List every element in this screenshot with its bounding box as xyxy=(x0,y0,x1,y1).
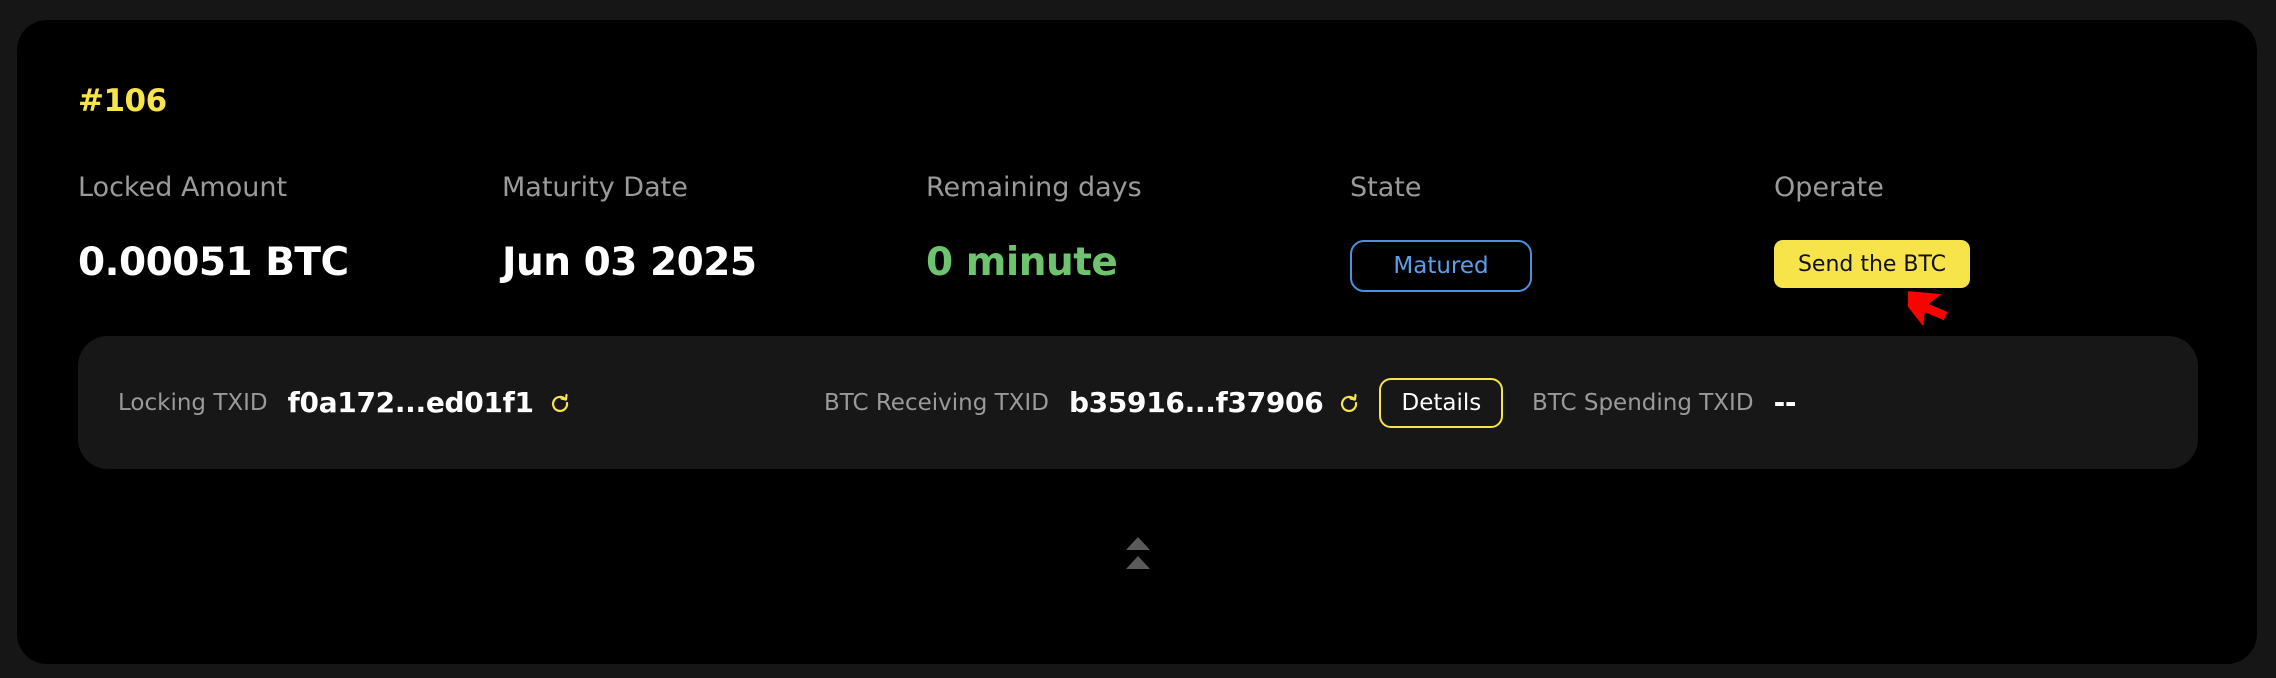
refresh-icon[interactable] xyxy=(550,393,570,413)
state-label: State xyxy=(1350,172,1422,203)
locking-txid-label: Locking TXID xyxy=(118,389,268,416)
remaining-days-value: 0 minute xyxy=(926,240,1118,285)
receiving-txid-label: BTC Receiving TXID xyxy=(824,389,1049,416)
operate-label: Operate xyxy=(1774,172,1884,203)
double-chevron-up-icon[interactable] xyxy=(1125,536,1151,574)
spending-txid-value: -- xyxy=(1773,386,1797,419)
maturity-date-label: Maturity Date xyxy=(502,172,688,203)
locked-amount-label: Locked Amount xyxy=(78,172,288,203)
locking-txid-value[interactable]: f0a172...ed01f1 xyxy=(288,386,534,419)
spending-txid-group: BTC Spending TXID -- xyxy=(1532,336,1797,469)
locked-amount-column: Locked Amount 0.00051 BTC xyxy=(78,170,349,285)
spending-txid-label: BTC Spending TXID xyxy=(1532,389,1754,416)
locked-amount-value: 0.00051 BTC xyxy=(78,240,349,285)
transaction-panel: Locking TXID f0a172...ed01f1 BTC Receivi… xyxy=(78,336,2198,469)
refresh-icon[interactable] xyxy=(1339,393,1359,413)
state-column: State Matured xyxy=(1350,170,1532,292)
receiving-txid-value[interactable]: b35916...f37906 xyxy=(1069,386,1324,419)
maturity-date-value: Jun 03 2025 xyxy=(502,240,757,285)
remaining-days-column: Remaining days 0 minute xyxy=(926,170,1142,285)
remaining-days-label: Remaining days xyxy=(926,172,1142,203)
mouse-pointer-icon xyxy=(1908,289,1948,327)
details-button[interactable]: Details xyxy=(1379,377,1504,428)
state-badge: Matured xyxy=(1350,240,1532,292)
order-id: #106 xyxy=(78,83,167,119)
receiving-txid-group: BTC Receiving TXID b35916...f37906 Detai… xyxy=(824,336,1504,469)
operate-column: Operate Send the BTC xyxy=(1774,170,1970,288)
locking-txid-group: Locking TXID f0a172...ed01f1 xyxy=(118,336,570,469)
maturity-date-column: Maturity Date Jun 03 2025 xyxy=(502,170,757,285)
